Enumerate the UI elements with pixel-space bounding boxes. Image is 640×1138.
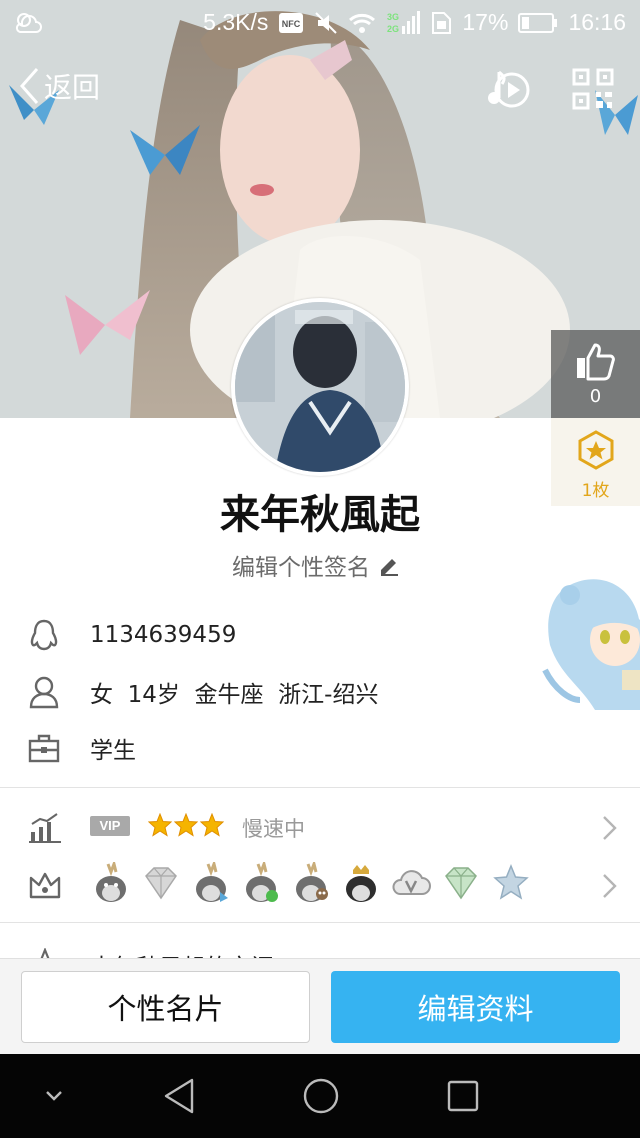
- avatar[interactable]: [231, 298, 409, 476]
- star-icon: [174, 813, 198, 837]
- sim-card-icon: [432, 11, 452, 34]
- battery-icon: [518, 12, 558, 33]
- qq-number: 1134639459: [90, 622, 237, 648]
- occupation: 学生: [90, 738, 136, 764]
- status-bar: 5.3K/s NFC 3G 2G 17% 16:16: [0, 0, 640, 48]
- person-icon: [29, 676, 59, 709]
- star-icon: [148, 813, 172, 837]
- penguin-badge-icon[interactable]: [90, 862, 132, 904]
- back-button[interactable]: 返回: [18, 66, 100, 106]
- edit-signature-link[interactable]: 编辑个性签名: [232, 548, 400, 582]
- home-circle-icon[interactable]: [302, 1076, 340, 1116]
- signature-placeholder: 编辑个性签名: [232, 555, 370, 581]
- penguin-icon: [30, 619, 58, 651]
- battery-percent: 17%: [462, 9, 509, 35]
- wifi-icon: [349, 13, 376, 33]
- status-indicators: 5.3K/s NFC 3G 2G 17% 16:16: [203, 9, 626, 36]
- location: 浙江-绍兴: [278, 682, 379, 708]
- vip-status: 慢速中: [242, 817, 305, 841]
- penguin-badge-icon[interactable]: [240, 862, 282, 904]
- like-button[interactable]: 0: [551, 330, 640, 418]
- star-icon: [200, 813, 224, 837]
- svg-text:2G: 2G: [387, 24, 399, 34]
- top-navigation: 返回: [0, 62, 640, 118]
- growth-chart-icon: [29, 813, 61, 843]
- zodiac: 金牛座: [194, 682, 264, 708]
- edit-profile-button[interactable]: 编辑资料: [331, 971, 620, 1043]
- vip-tag: VIP: [90, 816, 130, 836]
- weather-icon: [15, 13, 42, 33]
- vip-stars: [148, 813, 224, 837]
- medal-star-icon: [578, 430, 614, 470]
- divider: [0, 922, 640, 923]
- vip-row[interactable]: VIP 慢速中: [0, 800, 640, 854]
- basic-info: 女 14岁 金牛座 浙江-绍兴: [90, 675, 378, 709]
- chevron-right-icon: [603, 816, 617, 840]
- bottom-action-bar: 个性名片 编辑资料: [0, 958, 640, 1054]
- qq-number-row[interactable]: 1134639459: [0, 607, 640, 663]
- cellular-signal-icon: 3G 2G: [387, 10, 421, 34]
- chevron-down-icon[interactable]: [42, 1086, 66, 1106]
- svg-text:NFC: NFC: [282, 19, 301, 29]
- recents-square-icon[interactable]: [446, 1076, 480, 1116]
- age: 14岁: [127, 682, 180, 708]
- badge-list: [90, 862, 532, 904]
- avatar-image: [235, 302, 405, 472]
- crown-icon: [29, 872, 61, 899]
- mute-icon: [315, 11, 338, 34]
- divider: [0, 787, 640, 788]
- blue-star-badge-icon[interactable]: [490, 862, 532, 904]
- cloud-v-badge-icon[interactable]: [390, 862, 432, 904]
- network-speed: 5.3K/s: [203, 9, 269, 35]
- basic-info-row[interactable]: 女 14岁 金牛座 浙江-绍兴: [0, 664, 640, 720]
- briefcase-icon: [28, 734, 60, 763]
- occupation-row[interactable]: 学生: [0, 720, 640, 776]
- butterfly-decor: [130, 125, 200, 175]
- butterfly-decor: [65, 290, 150, 355]
- gender: 女: [90, 682, 113, 708]
- badges-row[interactable]: [0, 858, 640, 914]
- back-label: 返回: [44, 71, 101, 104]
- thumbs-up-icon: [577, 343, 615, 381]
- system-navigation-bar: [0, 1054, 640, 1138]
- penguin-badge-icon[interactable]: [290, 862, 332, 904]
- clock: 16:16: [568, 9, 626, 35]
- nickname: 来年秋風起: [220, 492, 420, 538]
- nfc-icon: NFC: [279, 12, 304, 33]
- chevron-left-icon: [19, 68, 39, 104]
- green-diamond-badge-icon[interactable]: [440, 862, 482, 904]
- penguin-badge-icon[interactable]: [190, 862, 232, 904]
- like-count: 0: [589, 386, 602, 407]
- diamond-badge-icon[interactable]: [140, 862, 182, 904]
- chevron-right-icon: [603, 874, 617, 898]
- back-triangle-icon[interactable]: [162, 1076, 196, 1116]
- music-icon[interactable]: [486, 68, 532, 108]
- pencil-icon: [381, 559, 398, 576]
- profile-card-button[interactable]: 个性名片: [21, 971, 310, 1043]
- qr-code-icon[interactable]: [572, 68, 614, 110]
- penguin-badge-icon[interactable]: [340, 862, 382, 904]
- svg-text:3G: 3G: [387, 12, 399, 22]
